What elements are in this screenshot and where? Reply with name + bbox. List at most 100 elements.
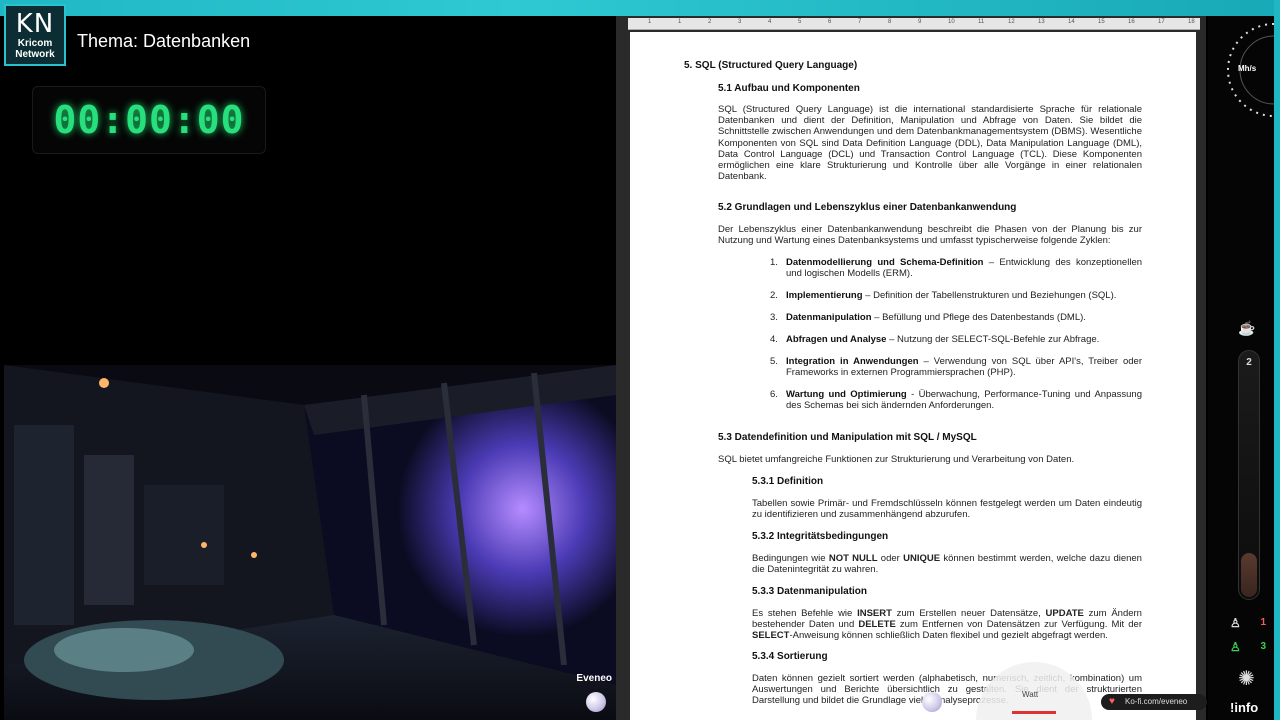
list-item: 6. Wartung und Optimierung - Überwachung… <box>770 389 1142 413</box>
logo-initials: KN <box>15 9 55 39</box>
heading-5-3: 5.3 Datendefinition und Manipulation mit… <box>718 432 977 443</box>
ruler-number: 10 <box>948 19 955 25</box>
kofi-link[interactable]: ♥ Ko-fi.com/eveneo <box>1101 694 1207 710</box>
list-number: 2. <box>770 290 778 301</box>
channel-logo: KN Kricom Network <box>4 4 66 66</box>
heading-5-3-2: 5.3.2 Integritätsbedingungen <box>752 531 889 542</box>
background-scene-image: Eveneo <box>4 365 616 720</box>
viewer-count: 3 <box>1260 641 1266 652</box>
ruler: 1 1 2 3 4 5 6 7 8 9 10 11 12 13 14 15 16 17 18 <box>628 18 1200 30</box>
list-term: Integration in Anwendungen <box>786 356 919 367</box>
ruler-number: 13 <box>1038 19 1045 25</box>
stream-timer: 00:00:00 <box>32 86 266 154</box>
ruler-number: 6 <box>828 19 832 25</box>
document-page[interactable]: 5. SQL (Structured Query Language) 5.1 A… <box>630 32 1196 720</box>
text-run: Es stehen Befehle wie <box>752 608 858 619</box>
orb-icon <box>586 692 606 712</box>
list-term: Implementierung <box>786 290 863 301</box>
watt-label: Watt <box>1022 690 1039 699</box>
logo-line-1: Kricom <box>17 38 53 49</box>
paragraph-5-1: SQL (Structured Query Language) ist die … <box>718 104 1142 183</box>
list-number: 6. <box>770 389 778 400</box>
list-item: 2. Implementierung – Definition der Tabe… <box>770 290 1142 302</box>
list-number: 1. <box>770 257 778 268</box>
viewer-count: 1 <box>1260 617 1266 628</box>
ruler-number: 5 <box>798 19 802 25</box>
ruler-number: 11 <box>978 19 985 25</box>
user-icon: ♙ <box>1230 640 1241 654</box>
timer-value: 00:00:00 <box>53 98 245 142</box>
paragraph-5-3-3: Es stehen Befehle wie INSERT zum Erstell… <box>752 608 1142 642</box>
progress-tube: 2 <box>1238 350 1260 600</box>
list-text: Datenmanipulation – Befüllung und Pflege… <box>786 312 1142 323</box>
text-run: oder <box>877 553 904 564</box>
tube-level-label: 2 <box>1246 357 1252 368</box>
ruler-number: 1 <box>678 19 682 25</box>
list-item: 3. Datenmanipulation – Befüllung und Pfl… <box>770 312 1142 324</box>
ruler-number: 12 <box>1008 19 1015 25</box>
scene-name-label: Eveneo <box>576 673 612 684</box>
paragraph-5-3-2: Bedingungen wie NOT NULL oder UNIQUE kön… <box>752 553 1142 575</box>
ruler-number: 17 <box>1158 19 1165 25</box>
list-term: Datenmanipulation <box>786 312 872 323</box>
list-term: Datenmodellierung und Schema-Definition <box>786 257 984 268</box>
list-item: 5. Integration in Anwendungen – Verwendu… <box>770 356 1142 380</box>
gear-icon: ✺ <box>1238 668 1255 690</box>
coffee-cup-icon: ☕ <box>1238 320 1256 336</box>
ruler-number: 18 <box>1188 19 1195 25</box>
list-text: Wartung und Optimierung - Überwachung, P… <box>786 389 1142 411</box>
right-frame-bar <box>1274 0 1280 720</box>
ruler-number: 3 <box>738 19 742 25</box>
keyword-unique: UNIQUE <box>903 553 941 564</box>
paragraph-5-3-1: Tabellen sowie Primär- und Fremdschlüsse… <box>752 498 1142 521</box>
list-number: 5. <box>770 356 778 367</box>
ruler-number: 2 <box>708 19 712 25</box>
watt-bar <box>1012 711 1056 714</box>
list-text: Integration in Anwendungen – Verwendung … <box>786 356 1142 378</box>
stream-topic: Thema: Datenbanken <box>77 31 251 51</box>
info-command: !info <box>1230 700 1259 715</box>
list-term: Wartung und Optimierung <box>786 389 907 400</box>
gauge-label: Mh/s <box>1238 64 1257 73</box>
heading-5: 5. SQL (Structured Query Language) <box>684 60 858 71</box>
stream-hud: Mh/s ☕ 2 ♙ 1 ♙ 3 ✺ !info <box>1208 16 1274 720</box>
ruler-number: 1 <box>648 19 652 25</box>
text-run: -Anweisung können schließlich Daten flex… <box>789 630 1108 642</box>
logo-line-2: Network <box>15 49 55 60</box>
ruler-number: 8 <box>888 19 892 25</box>
ruler-number: 4 <box>768 19 772 25</box>
text-run: zum Entfernen von Datensätzen zur Verfüg… <box>895 619 1142 631</box>
heading-5-1: 5.1 Aufbau und Komponenten <box>718 83 860 94</box>
heart-cup-icon: ♥ <box>1109 696 1115 707</box>
list-term: Abfragen und Analyse <box>786 334 887 345</box>
list-number: 3. <box>770 312 778 323</box>
list-item: 4. Abfragen und Analyse – Nutzung der SE… <box>770 334 1142 346</box>
viewer-counter-red: ♙ 1 <box>1230 616 1270 632</box>
text-run: Bedingungen wie <box>752 553 829 564</box>
orb-icon <box>922 692 942 712</box>
ruler-number: 7 <box>858 19 862 25</box>
spaceship-interior-illustration <box>4 365 616 720</box>
list-text: Datenmodellierung und Schema-Definition … <box>786 257 1142 279</box>
heading-5-3-1: 5.3.1 Definition <box>752 476 824 487</box>
keyword-delete: DELETE <box>858 619 896 631</box>
keyword-not-null: NOT NULL <box>828 553 878 564</box>
text-run: zum Erstellen neuer Datensätze, <box>891 608 1046 619</box>
list-text: Implementierung – Definition der Tabelle… <box>786 290 1142 301</box>
ruler-number: 9 <box>918 19 922 25</box>
document-viewer[interactable]: 1 1 2 3 4 5 6 7 8 9 10 11 12 13 14 15 16 17 18 5. SQL (Str… <box>616 16 1206 720</box>
keyword-update: UPDATE <box>1045 608 1084 619</box>
keyword-insert: INSERT <box>857 608 892 619</box>
list-item: 1. Datenmodellierung und Schema-Definiti… <box>770 257 1142 281</box>
user-icon: ♙ <box>1230 616 1241 630</box>
viewer-counter-green: ♙ 3 <box>1230 640 1270 656</box>
list-text: Abfragen und Analyse – Nutzung der SELEC… <box>786 334 1142 345</box>
heading-5-2: 5.2 Grundlagen und Lebenszyklus einer Da… <box>718 202 1017 213</box>
list-desc: – Definition der Tabellenstrukturen und … <box>862 290 1117 301</box>
paragraph-5-2: Der Lebenszyklus einer Datenbankanwendun… <box>718 224 1142 247</box>
list-desc: – Nutzung der SELECT-SQL-Befehle zur Abf… <box>886 334 1100 345</box>
list-number: 4. <box>770 334 778 345</box>
heading-5-3-3: 5.3.3 Datenmanipulation <box>752 586 868 597</box>
tube-fill <box>1241 553 1257 597</box>
top-frame-bar <box>0 0 1280 16</box>
